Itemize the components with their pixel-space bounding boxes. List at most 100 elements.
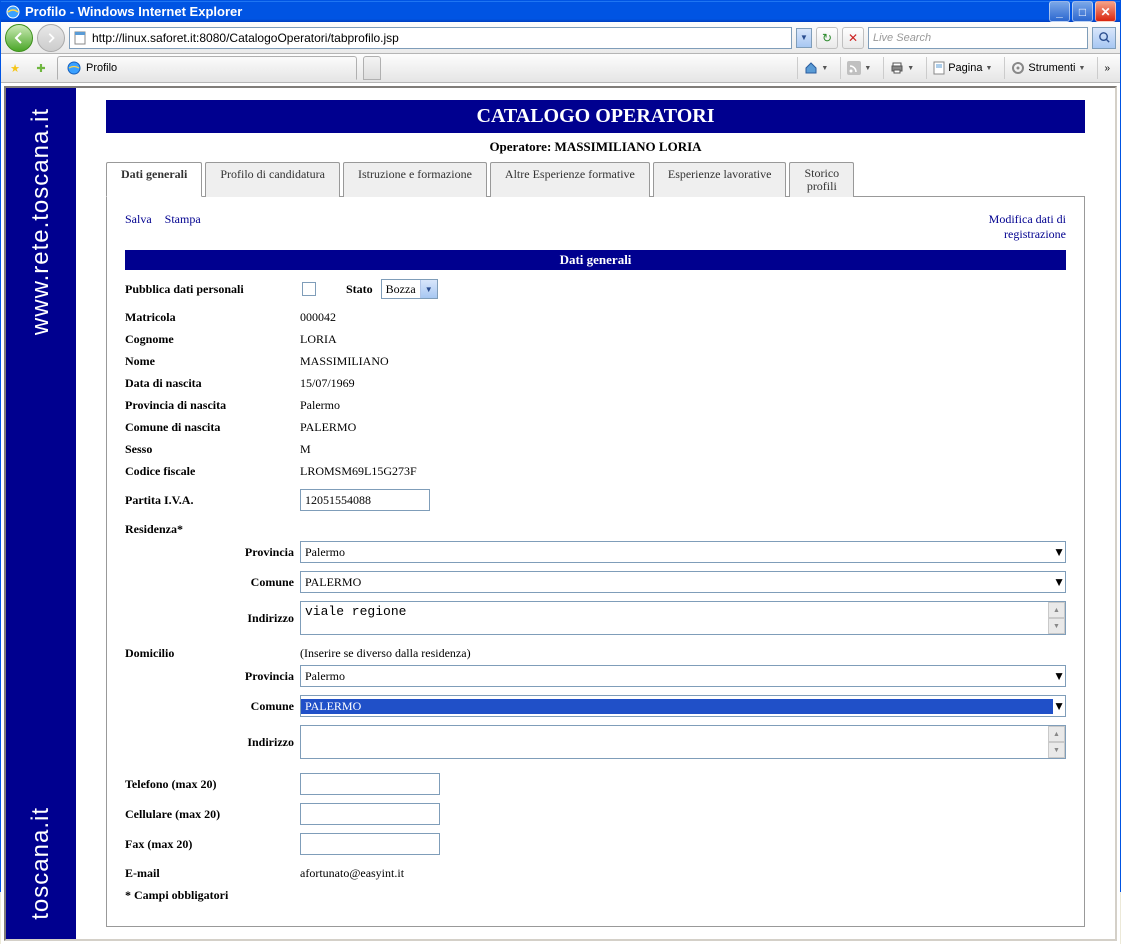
- section-header: Dati generali: [125, 250, 1066, 270]
- salva-link[interactable]: Salva: [125, 212, 152, 226]
- main-content: CATALOGO OPERATORI Operatore: MASSIMILIA…: [76, 88, 1115, 939]
- matricola-label: Matricola: [125, 310, 300, 325]
- prov-nascita-label: Provincia di nascita: [125, 398, 300, 413]
- dom-provincia-select[interactable]: Palermo▼: [300, 665, 1066, 687]
- dom-provincia-label: Provincia: [125, 669, 300, 684]
- back-button[interactable]: [5, 24, 33, 52]
- more-button[interactable]: »: [1097, 57, 1116, 79]
- tab-altre-esperienze[interactable]: Altre Esperienze formative: [490, 162, 650, 197]
- tab-dati-generali[interactable]: Dati generali: [106, 162, 202, 197]
- sidebar: www.rete.toscana.it toscana.it: [6, 88, 76, 939]
- url-dropdown[interactable]: ▼: [796, 28, 812, 48]
- email-value: afortunato@easyint.it: [300, 866, 404, 881]
- dom-comune-select[interactable]: PALERMO▼: [300, 695, 1066, 717]
- nome-value: MASSIMILIANO: [300, 354, 389, 369]
- pubblica-label: Pubblica dati personali: [125, 282, 300, 297]
- scroll-down-icon[interactable]: ▼: [1048, 742, 1065, 758]
- favorites-star-icon[interactable]: ★: [5, 58, 25, 78]
- obblig-note: * Campi obbligatori: [125, 888, 300, 903]
- sesso-value: M: [300, 442, 311, 457]
- browser-tab[interactable]: Profilo: [57, 56, 357, 80]
- cf-label: Codice fiscale: [125, 464, 300, 479]
- chevron-down-icon: ▼: [1053, 699, 1065, 714]
- cf-value: LROMSM69L15G273F: [300, 464, 417, 479]
- email-label: E-mail: [125, 866, 300, 881]
- address-bar: [69, 27, 792, 49]
- home-button[interactable]: ▼: [797, 57, 834, 79]
- tab-profilo-candidatura[interactable]: Profilo di candidatura: [205, 162, 340, 197]
- operator-line: Operatore: MASSIMILIANO LORIA: [106, 133, 1085, 161]
- res-comune-label: Comune: [125, 575, 300, 590]
- piva-label: Partita I.V.A.: [125, 493, 300, 508]
- sidebar-domain2: toscana.it: [27, 807, 55, 920]
- ie-icon: [5, 4, 21, 20]
- forward-button[interactable]: [37, 24, 65, 52]
- maximize-button[interactable]: □: [1072, 1, 1093, 22]
- page-title: CATALOGO OPERATORI: [106, 100, 1085, 133]
- scroll-up-icon[interactable]: ▲: [1048, 602, 1065, 618]
- pubblica-checkbox[interactable]: [302, 282, 316, 296]
- dom-comune-label: Comune: [125, 699, 300, 714]
- url-input[interactable]: [92, 31, 789, 45]
- new-tab-button[interactable]: [363, 56, 381, 80]
- minimize-button[interactable]: _: [1049, 1, 1070, 22]
- chevron-down-icon: ▼: [1053, 545, 1065, 560]
- tab-esperienze-lavorative[interactable]: Esperienze lavorative: [653, 162, 787, 197]
- search-box[interactable]: Live Search: [868, 27, 1088, 49]
- tab-toolbar: ★ ✚ Profilo ▼ ▼ ▼ Pagina ▼ Stru: [1, 54, 1120, 83]
- res-provincia-select[interactable]: Palermo▼: [300, 541, 1066, 563]
- nav-bar: ▼ ↻ ✕ Live Search: [1, 22, 1120, 54]
- scroll-down-icon[interactable]: ▼: [1048, 618, 1065, 634]
- panel-dati-generali: Salva Stampa Modifica dati diregistrazio…: [106, 197, 1085, 927]
- domicilio-hint: (Inserire se diverso dalla residenza): [300, 646, 471, 661]
- nome-label: Nome: [125, 354, 300, 369]
- res-provincia-label: Provincia: [125, 545, 300, 560]
- ie-window: Profilo - Windows Internet Explorer _ □ …: [0, 0, 1121, 892]
- stop-button[interactable]: ✕: [842, 27, 864, 49]
- dom-indirizzo-input[interactable]: ▲▼: [300, 725, 1066, 759]
- com-nascita-label: Comune di nascita: [125, 420, 300, 435]
- residenza-label: Residenza*: [125, 522, 300, 537]
- page-icon: [72, 30, 88, 46]
- sesso-label: Sesso: [125, 442, 300, 457]
- tab-title: Profilo: [86, 62, 117, 74]
- add-favorite-icon[interactable]: ✚: [31, 58, 51, 78]
- stato-select[interactable]: Bozza ▼: [381, 279, 438, 299]
- chevron-down-icon: ▼: [1053, 575, 1065, 590]
- cellulare-input[interactable]: [300, 803, 440, 825]
- stato-label: Stato: [346, 282, 373, 297]
- telefono-input[interactable]: [300, 773, 440, 795]
- rss-button[interactable]: ▼: [840, 57, 877, 79]
- cognome-value: LORIA: [300, 332, 337, 347]
- tabs-row: Dati generali Profilo di candidatura Ist…: [106, 161, 1085, 197]
- chevron-down-icon: ▼: [420, 280, 437, 298]
- piva-input[interactable]: 12051554088: [300, 489, 430, 511]
- page-menu[interactable]: Pagina ▼: [926, 57, 998, 79]
- res-indirizzo-input[interactable]: viale regione▲▼: [300, 601, 1066, 635]
- ie-page-icon: [66, 60, 82, 76]
- fax-input[interactable]: [300, 833, 440, 855]
- com-nascita-value: PALERMO: [300, 420, 356, 435]
- matricola-value: 000042: [300, 310, 336, 325]
- fax-label: Fax (max 20): [125, 837, 300, 852]
- refresh-button[interactable]: ↻: [816, 27, 838, 49]
- res-comune-select[interactable]: PALERMO▼: [300, 571, 1066, 593]
- data-nascita-label: Data di nascita: [125, 376, 300, 391]
- data-nascita-value: 15/07/1969: [300, 376, 355, 391]
- modifica-link[interactable]: Modifica dati diregistrazione: [989, 212, 1066, 242]
- title-bar[interactable]: Profilo - Windows Internet Explorer _ □ …: [1, 1, 1120, 22]
- tools-menu[interactable]: Strumenti ▼: [1004, 57, 1091, 79]
- dom-indirizzo-label: Indirizzo: [125, 735, 300, 750]
- tab-storico-profili[interactable]: Storicoprofili: [789, 162, 854, 197]
- cellulare-label: Cellulare (max 20): [125, 807, 300, 822]
- window-title: Profilo - Windows Internet Explorer: [25, 4, 1049, 19]
- close-button[interactable]: ✕: [1095, 1, 1116, 22]
- telefono-label: Telefono (max 20): [125, 777, 300, 792]
- stampa-link[interactable]: Stampa: [165, 212, 201, 226]
- scroll-up-icon[interactable]: ▲: [1048, 726, 1065, 742]
- prov-nascita-value: Palermo: [300, 398, 340, 413]
- search-button[interactable]: [1092, 27, 1116, 49]
- tab-istruzione-formazione[interactable]: Istruzione e formazione: [343, 162, 487, 197]
- res-indirizzo-label: Indirizzo: [125, 611, 300, 626]
- print-button[interactable]: ▼: [883, 57, 920, 79]
